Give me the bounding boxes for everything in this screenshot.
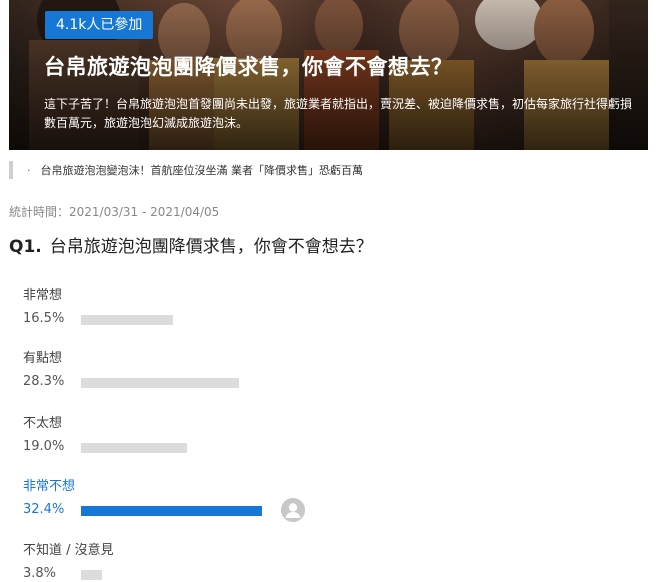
- poll-option-4[interactable]: 非常不想 32.4%: [23, 475, 643, 531]
- option-percent: 3.8%: [23, 566, 57, 581]
- option-label: 有點想: [23, 351, 63, 366]
- poll-option-3[interactable]: 不太想 19.0%: [23, 412, 643, 468]
- option-label: 不知道 / 沒意見: [23, 543, 114, 558]
- hero-banner[interactable]: 4.1k人已參加 台帛旅遊泡泡團降價求售，你會不會想去？ 這下子苦了！台帛旅遊泡…: [9, 0, 648, 150]
- poll-option-1[interactable]: 非常想 16.5%: [23, 284, 643, 340]
- option-percent: 16.5%: [23, 311, 65, 326]
- question-number: Q1.: [9, 237, 42, 257]
- poll-option-2[interactable]: 有點想 28.3%: [23, 347, 643, 403]
- option-label: 非常想: [23, 288, 63, 303]
- poll-page: 4.1k人已參加 台帛旅遊泡泡團降價求售，你會不會想去？ 這下子苦了！台帛旅遊泡…: [0, 0, 656, 582]
- poll-description: 這下子苦了！台帛旅遊泡泡首發團尚未出發，旅遊業者就指出，賣況差、被迫降價求售，初…: [44, 97, 633, 130]
- option-bar-track: [81, 506, 581, 516]
- option-bar: [81, 315, 173, 325]
- stats-period: 統計時間：2021/03/31 - 2021/04/05: [9, 205, 220, 219]
- option-bar: [81, 570, 102, 580]
- option-bar-track: [81, 443, 581, 453]
- option-percent: 32.4%: [23, 502, 65, 517]
- option-percent: 19.0%: [23, 439, 65, 454]
- option-bar-track: [81, 378, 581, 388]
- option-bar: [81, 443, 187, 453]
- option-label: 不太想: [23, 416, 63, 431]
- related-divider: [9, 161, 13, 179]
- question-heading: Q1. 台帛旅遊泡泡團降價求售，你會不會想去？: [9, 232, 373, 257]
- related-article-link[interactable]: 台帛旅遊泡泡變泡沫！首航座位沒坐滿 業者「降價求售」恐虧百萬: [41, 162, 364, 178]
- option-label: 非常不想: [23, 479, 76, 494]
- related-bullet: ·: [27, 163, 31, 177]
- poll-option-5[interactable]: 不知道 / 沒意見 3.8%: [23, 539, 643, 582]
- option-percent: 28.3%: [23, 374, 65, 389]
- related-article[interactable]: · 台帛旅遊泡泡變泡沫！首航座位沒坐滿 業者「降價求售」恐虧百萬: [9, 160, 363, 180]
- question-text: 台帛旅遊泡泡團降價求售，你會不會想去？: [49, 237, 373, 257]
- option-bar-track: [81, 570, 581, 580]
- participants-badge: 4.1k人已參加: [45, 11, 154, 39]
- poll-title: 台帛旅遊泡泡團降價求售，你會不會想去？: [44, 55, 453, 79]
- option-bar-track: [81, 315, 581, 325]
- option-bar: [81, 506, 262, 516]
- option-bar: [81, 378, 239, 388]
- user-avatar-icon: [281, 498, 305, 522]
